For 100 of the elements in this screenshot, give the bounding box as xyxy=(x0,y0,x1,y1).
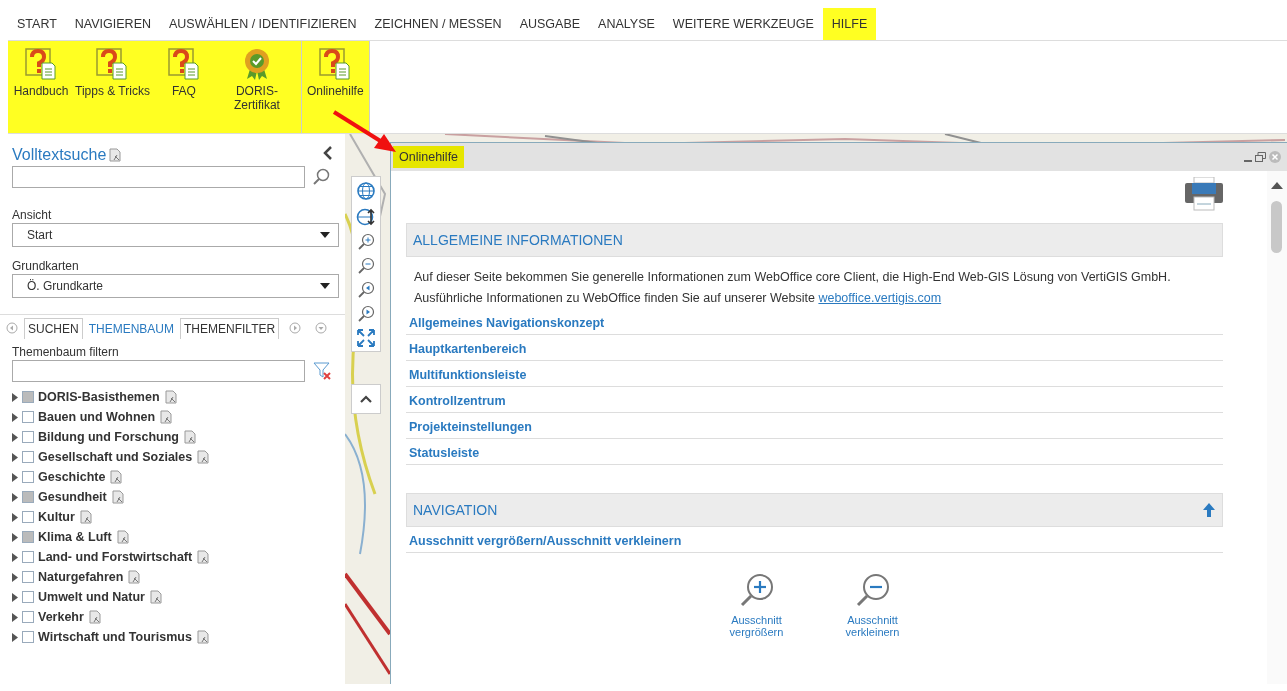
topic-link[interactable]: Multifunktionsleiste xyxy=(406,361,1223,387)
back-icon[interactable] xyxy=(357,281,375,299)
menu-tab[interactable]: NAVIGIEREN xyxy=(65,8,160,40)
menu-tab[interactable]: AUSWÄHLEN / IDENTIFIZIEREN xyxy=(160,8,366,40)
dropdown-arrow-icon xyxy=(320,283,330,289)
paragraph-with-link: Ausführliche Informationen zu WebOffice finden Sie auf unserer Website weboffice.vertigis.com xyxy=(414,290,943,307)
search-icon[interactable] xyxy=(313,168,331,186)
scrollbar[interactable] xyxy=(1267,171,1287,684)
info-document-icon[interactable] xyxy=(196,550,211,564)
help-document-icon xyxy=(95,47,130,81)
clear-filter-icon[interactable] xyxy=(313,361,333,381)
checkbox[interactable] xyxy=(22,631,34,643)
checkbox[interactable] xyxy=(22,591,34,603)
section-title: ALLGEMEINE INFORMATIONEN xyxy=(413,232,623,248)
checkbox[interactable] xyxy=(22,531,34,543)
info-document-icon[interactable] xyxy=(127,570,142,584)
info-document-icon[interactable] xyxy=(182,430,197,444)
scroll-left-icon[interactable] xyxy=(6,322,18,334)
scroll-thumb[interactable] xyxy=(1271,201,1282,253)
scroll-right-icon[interactable] xyxy=(289,322,302,334)
filter-field[interactable] xyxy=(12,360,305,382)
collapse-icon[interactable] xyxy=(323,146,333,160)
theme-label: Wirtschaft und Tourismus xyxy=(38,630,192,644)
full-extent-icon[interactable] xyxy=(357,329,375,347)
info-document-icon[interactable] xyxy=(148,590,163,604)
info-document-icon[interactable] xyxy=(78,510,93,524)
zoom-in-icon[interactable] xyxy=(357,233,375,251)
checkbox[interactable] xyxy=(22,551,34,563)
scroll-up-icon[interactable] xyxy=(1271,181,1283,189)
field-label: Grundkarten xyxy=(12,259,80,273)
section-title: NAVIGATION xyxy=(413,502,498,518)
info-document-icon[interactable] xyxy=(115,530,130,544)
theme-label: Bildung und Forschung xyxy=(38,430,179,444)
search-field[interactable] xyxy=(12,166,305,188)
zoom-out-icon xyxy=(854,572,891,608)
info-document-icon[interactable] xyxy=(163,390,178,404)
scroll-up-button[interactable] xyxy=(351,384,381,414)
info-document-icon[interactable] xyxy=(159,410,174,424)
topic-link[interactable]: Projekteinstellungen xyxy=(406,413,1223,439)
checkbox[interactable] xyxy=(22,451,34,463)
topic-link[interactable]: Ausschnitt vergrößern/Ausschnitt verkleinern xyxy=(406,527,1223,553)
checkbox[interactable] xyxy=(22,611,34,623)
menu-tab[interactable]: ZEICHNEN / MESSEN xyxy=(365,8,511,40)
info-document-icon[interactable] xyxy=(196,450,211,464)
info-document-icon[interactable] xyxy=(87,610,102,624)
theme-label: Geschichte xyxy=(38,470,106,484)
forward-icon[interactable] xyxy=(357,305,375,323)
dropdown[interactable]: Start xyxy=(12,223,339,247)
checkbox[interactable] xyxy=(22,571,34,583)
theme-label: Kultur xyxy=(38,510,75,524)
topic-link[interactable]: Statusleiste xyxy=(406,439,1223,465)
theme-label: Land- und Forstwirtschaft xyxy=(38,550,193,564)
chevron-up-icon xyxy=(360,395,372,403)
panel-tab[interactable]: SUCHEN xyxy=(24,318,83,339)
dropdown[interactable]: Ö. Grundkarte xyxy=(12,274,339,298)
menu-tab[interactable]: ANALYSE xyxy=(589,8,664,40)
info-document-icon[interactable] xyxy=(109,470,124,484)
tool-button[interactable]: Ausschnitt verkleinern xyxy=(832,571,913,639)
theme-label: Umwelt und Natur xyxy=(38,590,145,604)
topic-link[interactable]: Hauptkartenbereich xyxy=(406,335,1223,361)
topic-link[interactable]: Kontrollzentrum xyxy=(406,387,1223,413)
printer-icon[interactable] xyxy=(1185,177,1223,211)
theme-label: Klima & Luft xyxy=(38,530,112,544)
menu-tab[interactable]: HILFE xyxy=(822,8,877,40)
restore-icon[interactable] xyxy=(1255,152,1266,162)
field-label: Themenbaum filtern xyxy=(12,345,120,359)
tool-button[interactable]: Ausschnitt vergrößern xyxy=(716,571,797,639)
checkbox[interactable] xyxy=(22,491,34,503)
ribbon-button[interactable]: Handbuch xyxy=(10,45,72,129)
dropdown-arrow-icon xyxy=(320,232,330,238)
arrow-up-icon[interactable] xyxy=(1202,502,1216,518)
theme-label: DORIS-Basisthemen xyxy=(38,390,160,404)
menu-tab[interactable]: AUSGABE xyxy=(510,8,590,40)
dropdown-circle-icon[interactable] xyxy=(315,322,328,334)
topic-link[interactable]: Allgemeines Navigationskonzept xyxy=(406,309,1223,335)
globe-icon[interactable] xyxy=(356,181,376,201)
zoom-in-icon xyxy=(738,572,775,608)
checkbox[interactable] xyxy=(22,411,34,423)
zoom-out-icon[interactable] xyxy=(357,257,375,275)
ribbon-button[interactable]: Tipps & Tricks xyxy=(72,45,153,129)
checkbox[interactable] xyxy=(22,391,34,403)
menu-tab[interactable]: START xyxy=(8,8,66,40)
globe-arrows-icon[interactable] xyxy=(356,207,376,227)
theme-label: Bauen und Wohnen xyxy=(38,410,156,424)
help-document-icon xyxy=(24,47,58,81)
panel-tab[interactable]: THEMENFILTER xyxy=(180,318,280,339)
checkbox[interactable] xyxy=(22,471,34,483)
ribbon-button[interactable]: FAQ xyxy=(152,45,215,129)
help-document-icon xyxy=(318,47,353,81)
info-document-icon[interactable] xyxy=(110,490,125,504)
menu-tab[interactable]: WEITERE WERKZEUGE xyxy=(663,8,823,40)
ribbon-button[interactable]: DORIS-Zertifikat xyxy=(214,45,299,129)
checkbox[interactable] xyxy=(22,511,34,523)
info-document-icon[interactable] xyxy=(108,148,123,162)
info-document-icon[interactable] xyxy=(195,630,210,644)
theme-label: Gesellschaft und Soziales xyxy=(38,450,193,464)
theme-label: Naturgefahren xyxy=(38,570,124,584)
field-label: Ansicht xyxy=(12,208,53,222)
website-link[interactable]: weboffice.vertigis.com xyxy=(818,291,942,305)
checkbox[interactable] xyxy=(22,431,34,443)
